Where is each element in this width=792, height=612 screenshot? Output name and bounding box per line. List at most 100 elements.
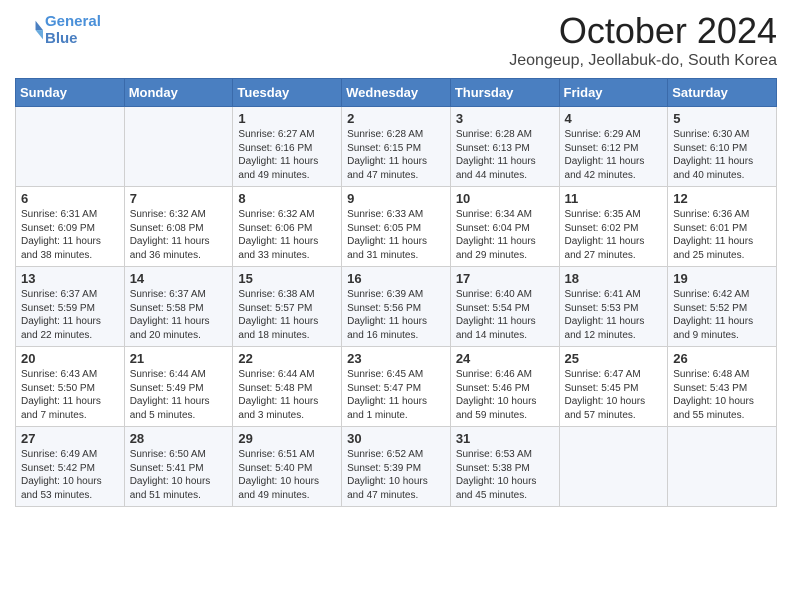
column-header-monday: Monday xyxy=(124,79,233,107)
calendar-cell: 29 Sunrise: 6:51 AM Sunset: 5:40 PM Dayli… xyxy=(233,427,342,507)
day-content: Sunrise: 6:50 AM Sunset: 5:41 PM Dayligh… xyxy=(130,448,228,502)
day-content: Sunrise: 6:44 AM Sunset: 5:49 PM Dayligh… xyxy=(130,368,228,422)
day-content: Sunrise: 6:28 AM Sunset: 6:13 PM Dayligh… xyxy=(456,128,554,182)
day-number: 31 xyxy=(456,431,554,446)
calendar-cell: 20 Sunrise: 6:43 AM Sunset: 5:50 PM Dayli… xyxy=(16,347,125,427)
title-area: October 2024 Jeongeup, Jeollabuk-do, Sou… xyxy=(509,10,777,70)
column-header-saturday: Saturday xyxy=(668,79,777,107)
location-title: Jeongeup, Jeollabuk-do, South Korea xyxy=(509,52,777,70)
day-number: 21 xyxy=(130,351,228,366)
page-header: General Blue October 2024 Jeongeup, Jeol… xyxy=(15,10,777,70)
day-number: 7 xyxy=(130,191,228,206)
month-title: October 2024 xyxy=(509,10,777,52)
day-number: 3 xyxy=(456,111,554,126)
calendar-cell xyxy=(668,427,777,507)
day-number: 19 xyxy=(673,271,771,286)
calendar-cell: 4Sunrise: 6:29 AM Sunset: 6:12 PM Daylig… xyxy=(559,107,668,187)
calendar-week-2: 6 Sunrise: 6:31 AM Sunset: 6:09 PM Daylig… xyxy=(16,187,777,267)
day-content: Sunrise: 6:44 AM Sunset: 5:48 PM Dayligh… xyxy=(238,368,336,422)
calendar-cell: 26 Sunrise: 6:48 AM Sunset: 5:43 PM Dayli… xyxy=(668,347,777,427)
day-number: 9 xyxy=(347,191,445,206)
day-content: Sunrise: 6:36 AM Sunset: 6:01 PM Dayligh… xyxy=(673,208,771,262)
calendar-cell: 1 Sunrise: 6:27 AM Sunset: 6:16 PM Daylig… xyxy=(233,107,342,187)
day-content: Sunrise: 6:32 AM Sunset: 6:08 PM Dayligh… xyxy=(130,208,228,262)
calendar-week-5: 27Sunrise: 6:49 AM Sunset: 5:42 PM Dayli… xyxy=(16,427,777,507)
column-header-sunday: Sunday xyxy=(16,79,125,107)
day-number: 11 xyxy=(565,191,663,206)
day-content: Sunrise: 6:47 AM Sunset: 5:45 PM Dayligh… xyxy=(565,368,663,422)
day-number: 13 xyxy=(21,271,119,286)
day-number: 6 xyxy=(21,191,119,206)
day-content: Sunrise: 6:27 AM Sunset: 6:16 PM Dayligh… xyxy=(238,128,336,182)
calendar-cell: 18Sunrise: 6:41 AM Sunset: 5:53 PM Dayli… xyxy=(559,267,668,347)
day-content: Sunrise: 6:41 AM Sunset: 5:53 PM Dayligh… xyxy=(565,288,663,342)
day-number: 22 xyxy=(238,351,336,366)
day-number: 5 xyxy=(673,111,771,126)
calendar-cell: 27Sunrise: 6:49 AM Sunset: 5:42 PM Dayli… xyxy=(16,427,125,507)
calendar-cell: 23 Sunrise: 6:45 AM Sunset: 5:47 PM Dayli… xyxy=(342,347,451,427)
day-content: Sunrise: 6:33 AM Sunset: 6:05 PM Dayligh… xyxy=(347,208,445,262)
day-content: Sunrise: 6:49 AM Sunset: 5:42 PM Dayligh… xyxy=(21,448,119,502)
calendar-cell: 15Sunrise: 6:38 AM Sunset: 5:57 PM Dayli… xyxy=(233,267,342,347)
day-content: Sunrise: 6:31 AM Sunset: 6:09 PM Dayligh… xyxy=(21,208,119,262)
day-number: 4 xyxy=(565,111,663,126)
column-header-thursday: Thursday xyxy=(450,79,559,107)
day-content: Sunrise: 6:42 AM Sunset: 5:52 PM Dayligh… xyxy=(673,288,771,342)
calendar-cell: 13 Sunrise: 6:37 AM Sunset: 5:59 PM Dayli… xyxy=(16,267,125,347)
calendar-cell: 3 Sunrise: 6:28 AM Sunset: 6:13 PM Daylig… xyxy=(450,107,559,187)
calendar-cell: 9 Sunrise: 6:33 AM Sunset: 6:05 PM Daylig… xyxy=(342,187,451,267)
day-content: Sunrise: 6:37 AM Sunset: 5:59 PM Dayligh… xyxy=(21,288,119,342)
column-header-tuesday: Tuesday xyxy=(233,79,342,107)
day-content: Sunrise: 6:39 AM Sunset: 5:56 PM Dayligh… xyxy=(347,288,445,342)
day-content: Sunrise: 6:40 AM Sunset: 5:54 PM Dayligh… xyxy=(456,288,554,342)
calendar-cell: 17 Sunrise: 6:40 AM Sunset: 5:54 PM Dayli… xyxy=(450,267,559,347)
day-content: Sunrise: 6:52 AM Sunset: 5:39 PM Dayligh… xyxy=(347,448,445,502)
day-content: Sunrise: 6:28 AM Sunset: 6:15 PM Dayligh… xyxy=(347,128,445,182)
day-content: Sunrise: 6:45 AM Sunset: 5:47 PM Dayligh… xyxy=(347,368,445,422)
calendar-cell xyxy=(559,427,668,507)
day-number: 17 xyxy=(456,271,554,286)
day-content: Sunrise: 6:37 AM Sunset: 5:58 PM Dayligh… xyxy=(130,288,228,342)
calendar-cell: 19 Sunrise: 6:42 AM Sunset: 5:52 PM Dayli… xyxy=(668,267,777,347)
calendar-cell: 7 Sunrise: 6:32 AM Sunset: 6:08 PM Daylig… xyxy=(124,187,233,267)
day-content: Sunrise: 6:43 AM Sunset: 5:50 PM Dayligh… xyxy=(21,368,119,422)
day-number: 10 xyxy=(456,191,554,206)
calendar-cell: 5 Sunrise: 6:30 AM Sunset: 6:10 PM Daylig… xyxy=(668,107,777,187)
day-number: 26 xyxy=(673,351,771,366)
day-number: 8 xyxy=(238,191,336,206)
day-number: 14 xyxy=(130,271,228,286)
day-content: Sunrise: 6:48 AM Sunset: 5:43 PM Dayligh… xyxy=(673,368,771,422)
day-content: Sunrise: 6:32 AM Sunset: 6:06 PM Dayligh… xyxy=(238,208,336,262)
day-content: Sunrise: 6:46 AM Sunset: 5:46 PM Dayligh… xyxy=(456,368,554,422)
day-number: 28 xyxy=(130,431,228,446)
day-number: 16 xyxy=(347,271,445,286)
calendar-week-3: 13 Sunrise: 6:37 AM Sunset: 5:59 PM Dayli… xyxy=(16,267,777,347)
calendar-cell: 22 Sunrise: 6:44 AM Sunset: 5:48 PM Dayli… xyxy=(233,347,342,427)
calendar-body: 1 Sunrise: 6:27 AM Sunset: 6:16 PM Daylig… xyxy=(16,107,777,507)
day-number: 25 xyxy=(565,351,663,366)
calendar-cell: 12 Sunrise: 6:36 AM Sunset: 6:01 PM Dayli… xyxy=(668,187,777,267)
calendar-header-row: SundayMondayTuesdayWednesdayThursdayFrid… xyxy=(16,79,777,107)
day-number: 23 xyxy=(347,351,445,366)
day-content: Sunrise: 6:34 AM Sunset: 6:04 PM Dayligh… xyxy=(456,208,554,262)
calendar-cell: 8 Sunrise: 6:32 AM Sunset: 6:06 PM Daylig… xyxy=(233,187,342,267)
day-content: Sunrise: 6:51 AM Sunset: 5:40 PM Dayligh… xyxy=(238,448,336,502)
calendar-week-4: 20 Sunrise: 6:43 AM Sunset: 5:50 PM Dayli… xyxy=(16,347,777,427)
calendar-cell xyxy=(16,107,125,187)
day-number: 2 xyxy=(347,111,445,126)
day-content: Sunrise: 6:38 AM Sunset: 5:57 PM Dayligh… xyxy=(238,288,336,342)
column-header-wednesday: Wednesday xyxy=(342,79,451,107)
day-number: 1 xyxy=(238,111,336,126)
logo: General Blue xyxy=(15,14,101,47)
day-number: 12 xyxy=(673,191,771,206)
calendar-cell: 28 Sunrise: 6:50 AM Sunset: 5:41 PM Dayli… xyxy=(124,427,233,507)
day-number: 29 xyxy=(238,431,336,446)
calendar-cell: 21 Sunrise: 6:44 AM Sunset: 5:49 PM Dayli… xyxy=(124,347,233,427)
calendar-cell: 16 Sunrise: 6:39 AM Sunset: 5:56 PM Dayli… xyxy=(342,267,451,347)
day-content: Sunrise: 6:30 AM Sunset: 6:10 PM Dayligh… xyxy=(673,128,771,182)
calendar-cell: 24Sunrise: 6:46 AM Sunset: 5:46 PM Dayli… xyxy=(450,347,559,427)
calendar-cell: 10 Sunrise: 6:34 AM Sunset: 6:04 PM Dayli… xyxy=(450,187,559,267)
day-number: 20 xyxy=(21,351,119,366)
day-content: Sunrise: 6:35 AM Sunset: 6:02 PM Dayligh… xyxy=(565,208,663,262)
column-header-friday: Friday xyxy=(559,79,668,107)
